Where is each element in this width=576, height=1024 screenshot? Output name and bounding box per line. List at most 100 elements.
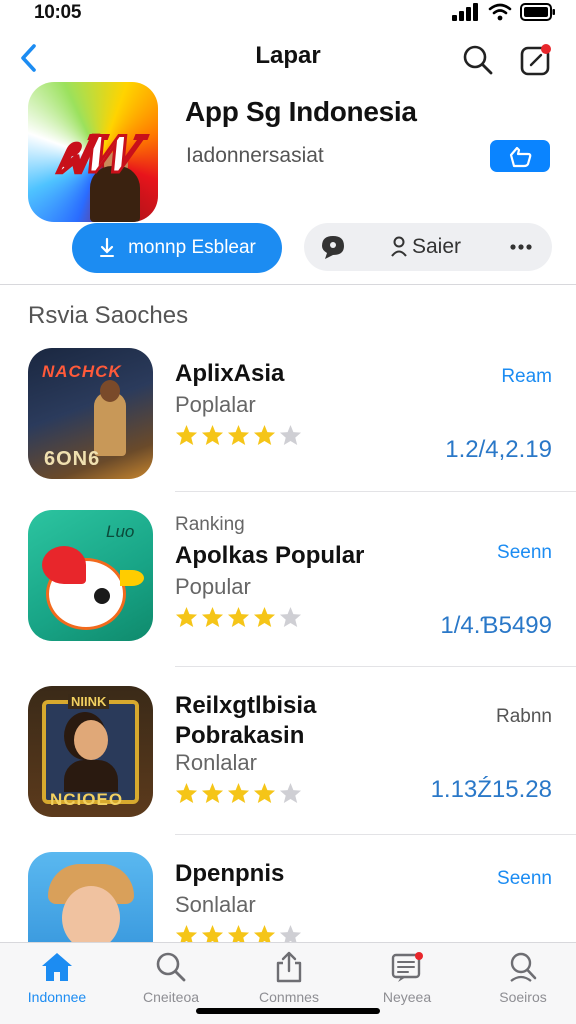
- star-icon: [253, 606, 276, 628]
- star-icon: [175, 606, 198, 628]
- star-rating: [175, 782, 316, 804]
- row-divider: [175, 834, 576, 835]
- star-icon: [201, 782, 224, 804]
- star-icon: [253, 782, 276, 804]
- tab-soeiros[interactable]: Soeiros: [468, 951, 576, 1005]
- tab-label: Conmnes: [259, 989, 319, 1005]
- battery-icon: [520, 3, 555, 21]
- home-indicator: [196, 1008, 380, 1014]
- row-action-button[interactable]: Rabnn: [496, 706, 552, 728]
- tab-label: Soeiros: [499, 989, 547, 1005]
- row-count: 1.2/4,2.19: [445, 436, 552, 463]
- row-icon-subtitle: 6ON6: [44, 448, 101, 470]
- row-texts: Dpenpnis Sonlalar: [175, 860, 302, 942]
- nav-bar: Lapar: [0, 32, 576, 84]
- row-icon-portrait-head: [74, 720, 108, 760]
- section-title: Rsvia Saoches: [28, 302, 189, 329]
- person-icon: [391, 236, 407, 257]
- row-title-line2: Pobrakasin: [175, 722, 305, 749]
- search-icon: [156, 952, 186, 982]
- star-icon: [201, 606, 224, 628]
- tab-label: Neyeea: [382, 989, 432, 1005]
- row-icon-bird-crest: [42, 546, 86, 584]
- app-name: App Sg Indonesia: [185, 96, 417, 127]
- row-count: 1/4.Ɓ5499: [440, 612, 552, 639]
- star-rating: [175, 424, 302, 446]
- status-bar: 10:05: [0, 0, 576, 28]
- row-subtitle: Ronlalar: [175, 750, 257, 775]
- row-texts: Ranking Apolkas Popular Popular: [175, 514, 364, 628]
- row-title: Reilxgtlbisia: [175, 692, 317, 719]
- star-empty-icon: [279, 424, 302, 446]
- row-title: AplixAsia: [175, 360, 285, 387]
- row-icon-title: NACHCK: [42, 362, 122, 381]
- ellipsis-icon: [510, 244, 532, 250]
- secondary-actions: Saier: [304, 223, 552, 271]
- list-item[interactable]: NIINK NCIOEO Reilxgtlbisia Pobrakasin Ro…: [0, 684, 576, 835]
- list-item[interactable]: NACHCK 6ON6 AplixAsia Poplalar Ream 1.2/…: [0, 348, 576, 492]
- share-icon: [520, 44, 551, 76]
- tab-cneiteoa[interactable]: Cneiteoa: [116, 951, 226, 1005]
- row-subtitle: Poplalar: [175, 392, 256, 417]
- star-empty-icon: [279, 606, 302, 628]
- share-button[interactable]: [516, 40, 556, 80]
- row-texts: Reilxgtlbisia Pobrakasin Ronlalar: [175, 692, 316, 804]
- row-texts: AplixAsia Poplalar: [175, 360, 302, 446]
- tab-neyeea[interactable]: Neyeea: [352, 951, 462, 1005]
- star-empty-icon: [279, 782, 302, 804]
- like-button[interactable]: [490, 140, 550, 172]
- tab-conmnes[interactable]: Conmnes: [234, 951, 344, 1005]
- news-icon: [391, 952, 423, 982]
- row-app-icon: NIINK NCIOEO: [28, 686, 153, 817]
- tab-label: Indonnee: [27, 989, 87, 1005]
- list-item[interactable]: Dpenpnis Sonlalar Seenn: [0, 852, 576, 942]
- row-subtitle: Popular: [175, 574, 251, 599]
- primary-action-button[interactable]: monnp Esblear: [72, 223, 282, 273]
- row-title: Apolkas Popular: [175, 542, 365, 569]
- search-button[interactable]: [458, 40, 498, 80]
- row-app-icon: Luo: [28, 510, 153, 641]
- star-icon: [201, 424, 224, 446]
- row-app-icon: NACHCK 6ON6: [28, 348, 153, 479]
- row-action-button[interactable]: Ream: [501, 366, 552, 388]
- search-person-icon: [510, 952, 537, 982]
- home-icon: [42, 953, 72, 981]
- row-icon-figure-head: [100, 380, 120, 402]
- row-kicker: Ranking: [175, 514, 245, 535]
- app-icon: ฝW: [28, 82, 158, 222]
- chat-button[interactable]: [318, 232, 348, 262]
- star-icon: [201, 924, 224, 942]
- star-icon: [175, 924, 198, 942]
- back-button[interactable]: [12, 38, 44, 78]
- row-icon-bird-beak: [120, 570, 144, 586]
- row-icon-title: NIINK: [68, 694, 110, 709]
- share-icon: [276, 951, 302, 983]
- more-button[interactable]: [504, 235, 538, 259]
- download-icon: [100, 237, 115, 257]
- row-icon-portrait-body: [64, 760, 118, 792]
- star-icon: [227, 606, 250, 628]
- saier-button[interactable]: Saier: [390, 223, 461, 271]
- search-icon: [463, 45, 493, 75]
- list-item[interactable]: Luo Ranking Apolkas Popular Popular Seen…: [0, 508, 576, 667]
- row-app-icon: [28, 852, 153, 942]
- row-icon-title: Luo: [106, 522, 135, 541]
- status-time: 10:05: [34, 2, 82, 23]
- star-rating: [175, 924, 302, 942]
- tab-label: Cneiteoa: [142, 989, 200, 1005]
- row-icon-face: [62, 886, 120, 942]
- row-action-button[interactable]: Seenn: [497, 868, 552, 890]
- row-subtitle: Sonlalar: [175, 892, 256, 917]
- thumbs-up-icon: [509, 146, 532, 168]
- row-divider: [175, 491, 576, 492]
- header-divider: [0, 284, 576, 285]
- star-empty-icon: [279, 924, 302, 942]
- star-icon: [253, 424, 276, 446]
- star-icon: [253, 924, 276, 942]
- star-icon: [227, 782, 250, 804]
- row-action-button[interactable]: Seenn: [497, 542, 552, 564]
- chat-bubble-icon: [322, 236, 344, 259]
- wifi-icon: [488, 3, 512, 21]
- tab-indonnee[interactable]: Indonnee: [2, 951, 112, 1005]
- cellular-signal-icon: [452, 3, 478, 21]
